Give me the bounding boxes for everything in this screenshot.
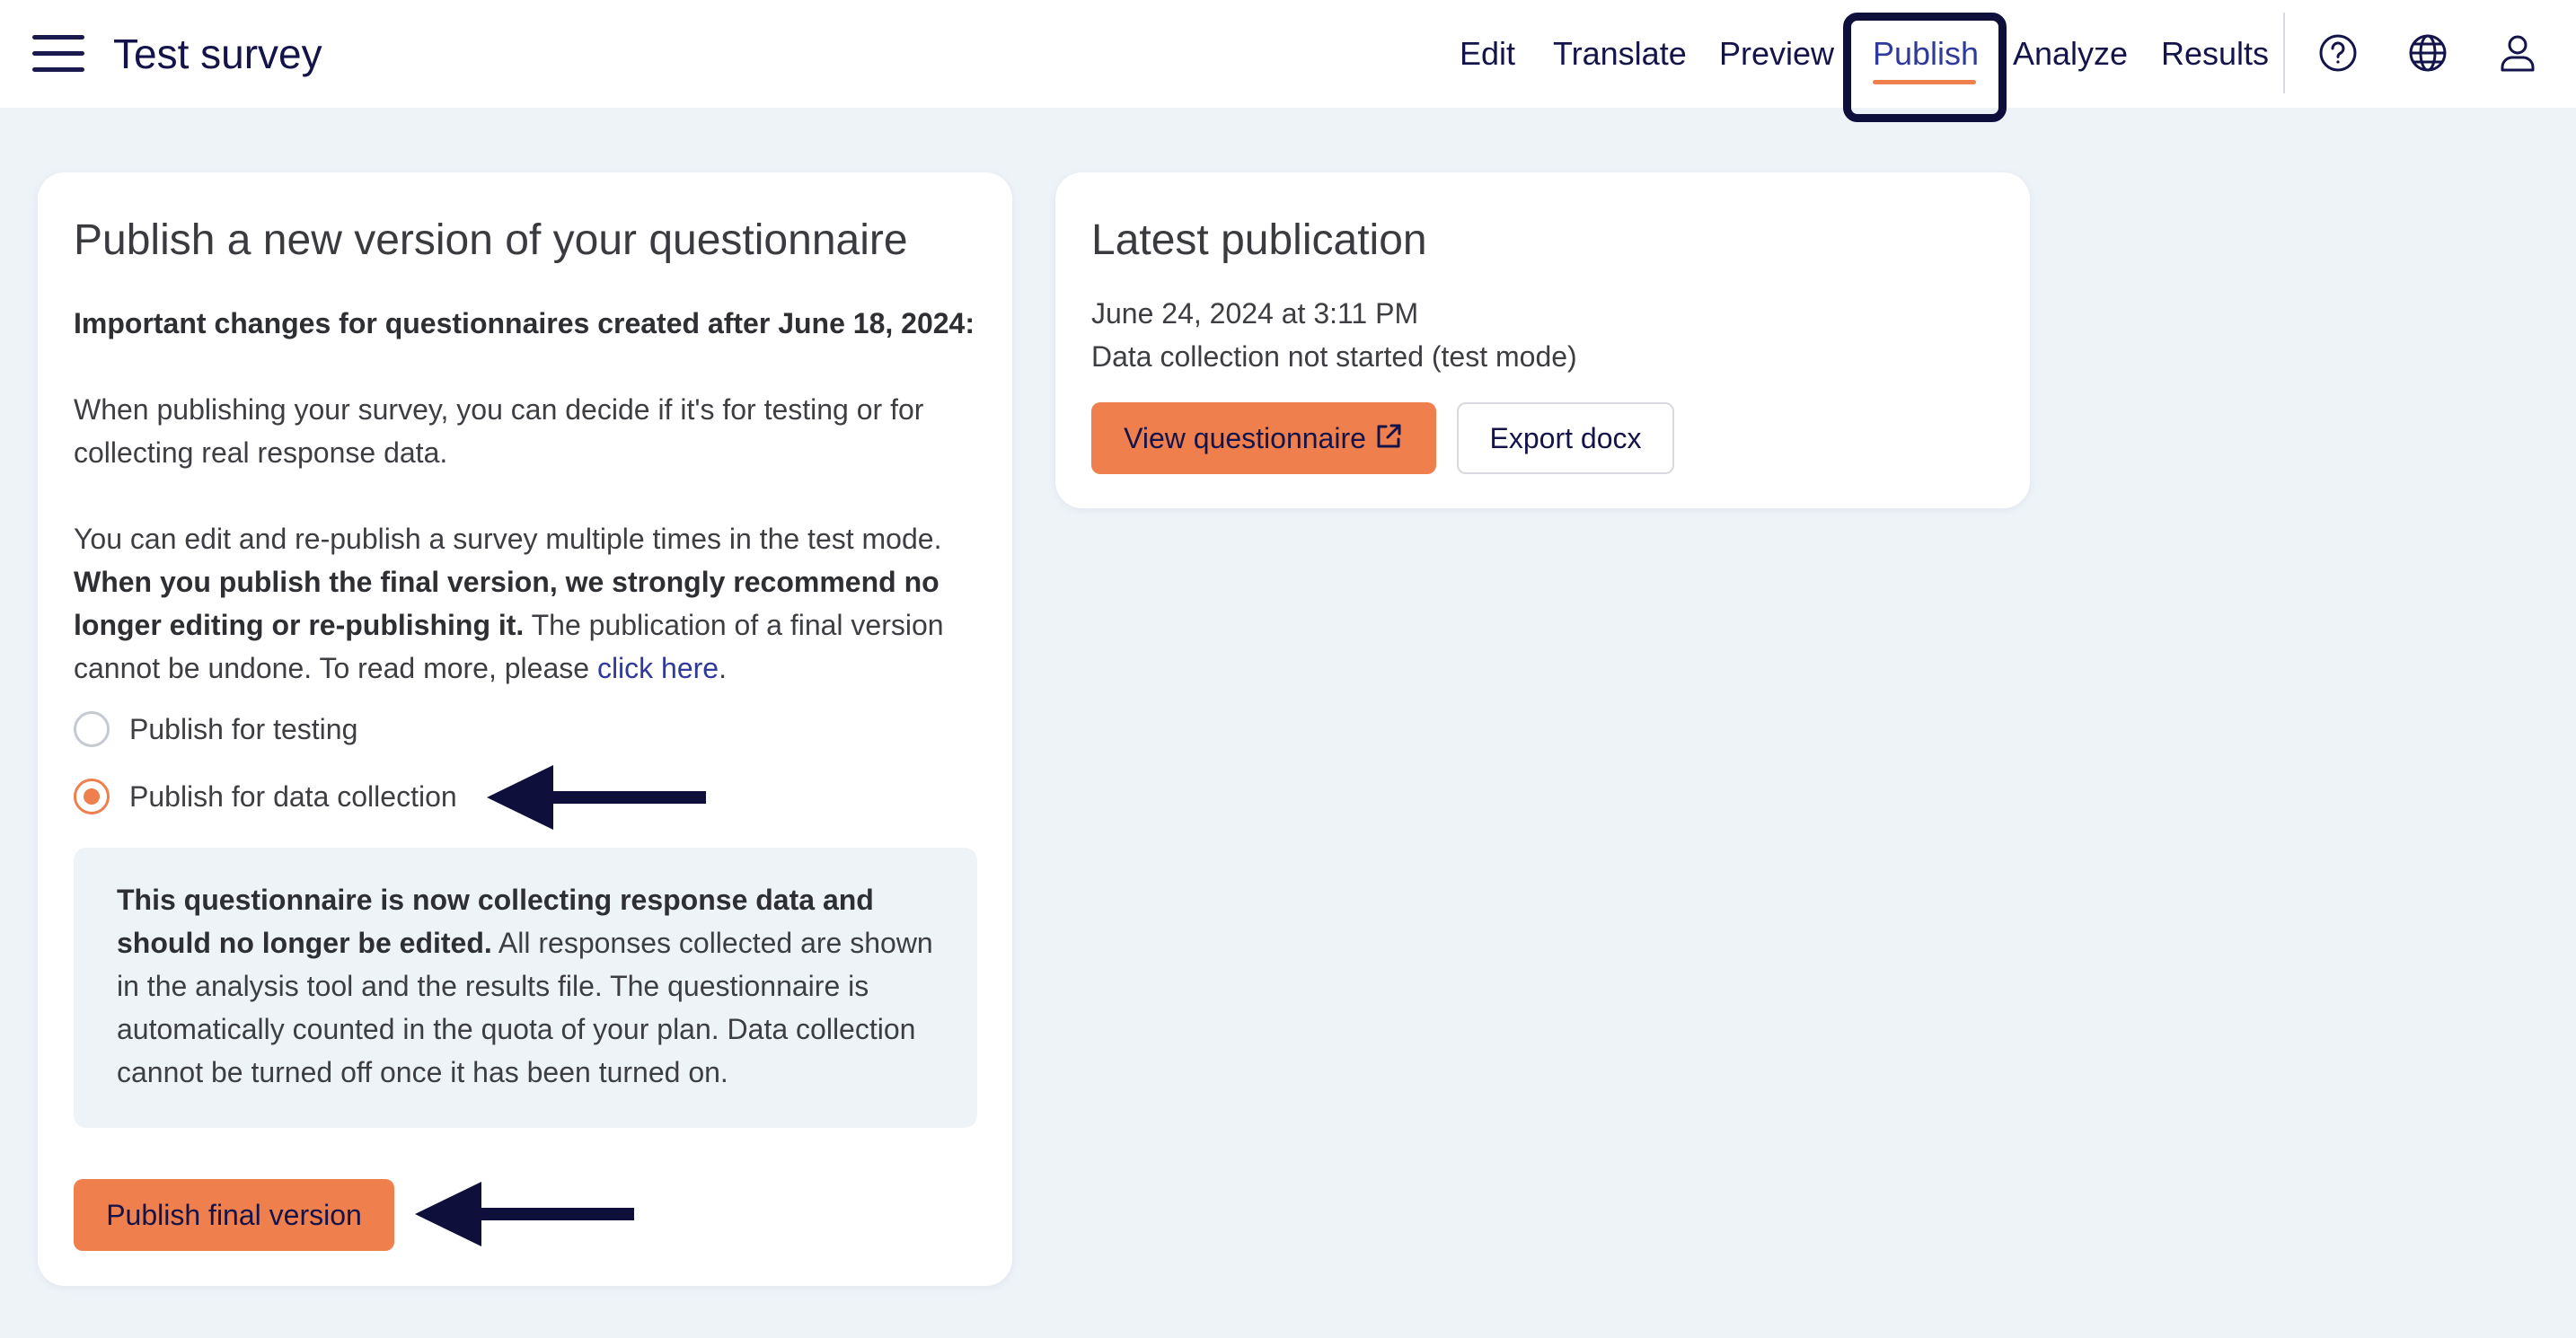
page-title: Test survey: [113, 31, 322, 77]
publish-description: When publishing your survey, you can dec…: [74, 393, 924, 469]
tab-translate[interactable]: Translate: [1553, 31, 1687, 77]
help-icon[interactable]: [2317, 32, 2359, 74]
period-text: .: [719, 652, 727, 684]
publish-final-version-button[interactable]: Publish final version: [74, 1179, 394, 1251]
option-publish-data-collection[interactable]: Publish for data collection: [74, 775, 457, 818]
annotation-arrow-icon: [487, 765, 706, 830]
option-publish-testing[interactable]: Publish for testing: [74, 708, 357, 751]
user-icon[interactable]: [2497, 32, 2538, 74]
nav-divider: [2283, 13, 2285, 93]
important-notice: Important changes for questionnaires cre…: [74, 307, 975, 339]
publish-card-title: Publish a new version of your questionna…: [74, 216, 908, 264]
external-link-icon: [1377, 424, 1401, 448]
publish-tab-highlight: [1843, 13, 2007, 122]
radio-data-collection-label: Publish for data collection: [129, 780, 457, 813]
menu-icon[interactable]: [32, 32, 84, 75]
publication-date: June 24, 2024 at 3:11 PM: [1091, 297, 1419, 330]
radio-testing[interactable]: [74, 711, 110, 747]
view-questionnaire-button[interactable]: View questionnaire: [1091, 402, 1436, 474]
publication-status: Data collection not started (test mode): [1091, 340, 1577, 373]
tab-results[interactable]: Results: [2161, 31, 2269, 77]
edit-warning: You can edit and re-publish a survey mul…: [74, 517, 981, 690]
top-bar: Test survey Edit Translate Preview Publi…: [0, 0, 2576, 108]
data-collection-info-box: This questionnaire is now collecting res…: [74, 848, 977, 1128]
data-collection-info-text: This questionnaire is now collecting res…: [117, 878, 943, 1094]
latest-publication-card: Latest publication June 24, 2024 at 3:11…: [1055, 172, 2030, 508]
edit-intro-text: You can edit and re-publish a survey mul…: [74, 523, 942, 555]
view-questionnaire-label: View questionnaire: [1124, 422, 1366, 454]
radio-data-collection[interactable]: [74, 779, 110, 814]
tab-preview[interactable]: Preview: [1719, 31, 1834, 77]
globe-icon[interactable]: [2407, 32, 2448, 74]
export-docx-button[interactable]: Export docx: [1457, 402, 1674, 474]
radio-testing-label: Publish for testing: [129, 713, 358, 745]
annotation-arrow-icon: [415, 1182, 634, 1246]
latest-publication-title: Latest publication: [1091, 216, 1427, 264]
tab-analyze[interactable]: Analyze: [2013, 31, 2128, 77]
read-more-link[interactable]: click here: [597, 652, 719, 684]
tab-edit[interactable]: Edit: [1460, 31, 1515, 77]
publish-card: Publish a new version of your questionna…: [38, 172, 1012, 1286]
